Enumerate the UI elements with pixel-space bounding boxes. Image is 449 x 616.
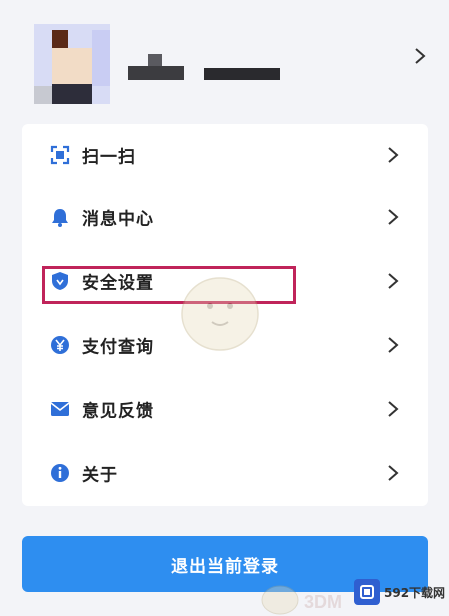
bell-icon [50, 207, 70, 227]
avatar[interactable] [34, 24, 110, 104]
avatar-pixel [34, 86, 52, 104]
username-blurred [128, 48, 282, 82]
chevron-right-icon [384, 144, 402, 166]
username-blur-block [148, 54, 162, 66]
logo-icon [354, 579, 380, 605]
mascot-watermark [172, 266, 268, 356]
menu-item-label: 关于 [82, 465, 118, 486]
menu-item-label: 安全设置 [82, 273, 154, 294]
menu-item-label: 消息中心 [82, 209, 154, 230]
username-blur-block [204, 68, 280, 80]
chevron-right-icon [384, 334, 402, 356]
menu-item-about[interactable]: 关于 [22, 442, 428, 504]
menu-item-label: 意见反馈 [82, 401, 154, 422]
mail-icon [50, 399, 70, 419]
menu-item-label: 扫一扫 [82, 147, 136, 168]
menu-item-label: 支付查询 [82, 337, 154, 358]
menu-item-feedback[interactable]: 意见反馈 [22, 378, 428, 440]
site-logo-watermark: 592下载网 [354, 572, 446, 612]
avatar-pixel [52, 48, 92, 84]
menu-item-scan[interactable]: 扫一扫 [22, 124, 428, 186]
chevron-right-icon [384, 270, 402, 292]
info-icon [50, 463, 70, 483]
profile-header[interactable] [0, 0, 449, 122]
scan-icon [50, 145, 70, 165]
avatar-pixel [92, 30, 110, 86]
logo-text: 592下载网 [384, 585, 446, 600]
menu-item-messages[interactable]: 消息中心 [22, 186, 428, 248]
brand-watermark: 3DM [258, 578, 368, 616]
chevron-right-icon [384, 462, 402, 484]
chevron-right-icon [384, 206, 402, 228]
brand-watermark-text: 3DM [304, 592, 342, 612]
avatar-pixel [52, 84, 92, 104]
chevron-right-icon[interactable] [410, 44, 430, 68]
yen-icon [50, 335, 70, 355]
username-blur-block [128, 66, 184, 80]
chevron-right-icon [384, 398, 402, 420]
avatar-pixel [52, 30, 68, 48]
shield-icon [50, 271, 70, 291]
